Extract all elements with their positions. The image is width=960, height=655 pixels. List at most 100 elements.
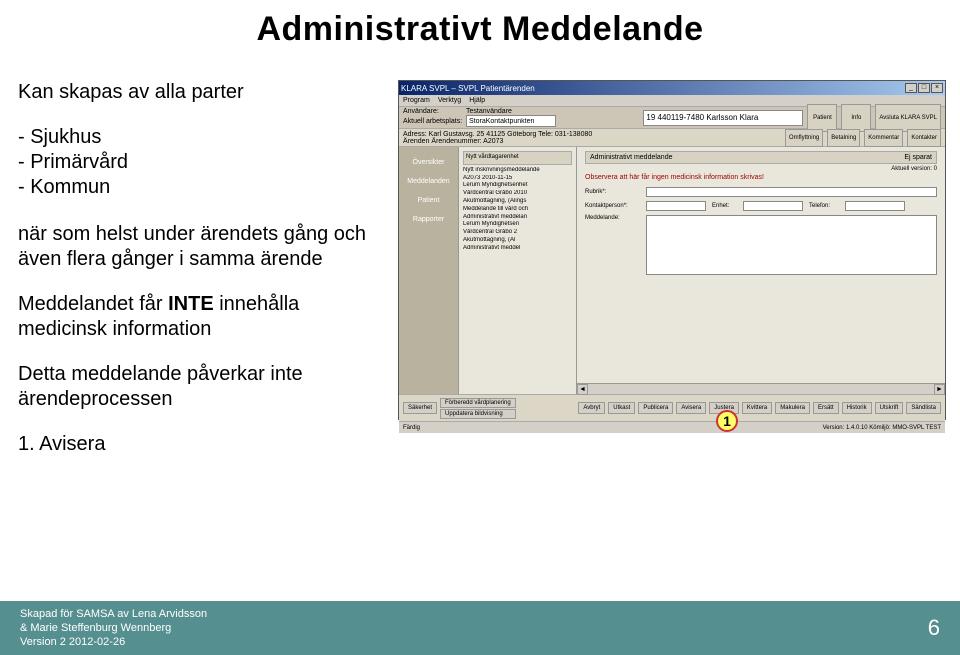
tree-item[interactable]: Akutmottagning, (Alings [463, 198, 572, 206]
scroll-right-icon[interactable]: ► [934, 384, 945, 395]
uppdatera-button[interactable]: Uppdatera bildvisning [440, 409, 516, 419]
window-minimize-button[interactable]: _ [905, 83, 917, 93]
close-app-button[interactable]: Avsluta KLARA SVPL [875, 104, 941, 132]
form-panel: Administrativt meddelande Ej sparat Aktu… [577, 147, 945, 394]
parter-list: Sjukhus Primärvård Kommun [18, 125, 383, 200]
menu-hjalp[interactable]: Hjälp [469, 97, 485, 104]
bottom-toolbar: Säkerhet Förberedd vårdplanering Uppdate… [399, 395, 945, 421]
patient-button[interactable]: Patient [807, 104, 837, 132]
workplace-label: Aktuell arbetsplats: [403, 118, 463, 125]
scroll-left-icon[interactable]: ◄ [577, 384, 588, 395]
publicera-button[interactable]: Publicera [638, 402, 673, 414]
patient-input[interactable] [643, 110, 803, 126]
kvittera-button[interactable]: Kvittera [742, 402, 772, 414]
window-close-button[interactable]: × [931, 83, 943, 93]
para3: Detta meddelande påverkar inte ärendepro… [18, 362, 383, 412]
sidebar-item-meddelanden[interactable]: Meddelanden [399, 172, 458, 191]
list-item: Kommun [18, 175, 383, 200]
tree-item[interactable]: Meddelande till vård och [463, 206, 572, 214]
meddelande-textarea[interactable] [646, 215, 937, 275]
intro-text: Kan skapas av alla parter [18, 80, 383, 105]
tree-item[interactable]: Akutmottagning, (Al [463, 237, 572, 245]
user-label: Användare: [403, 108, 463, 115]
tree-item[interactable]: Lerum Myndighetsenhet [463, 182, 572, 190]
page-number: 6 [928, 615, 940, 641]
slide-title: Administrativt Meddelande [0, 10, 960, 49]
sidebar-item-patient[interactable]: Patient [399, 191, 458, 210]
app-screenshot: KLARA SVPL – SVPL Patientärenden _ □ × P… [398, 80, 946, 420]
tree-item[interactable]: A2073 2010-11-15 [463, 175, 572, 183]
para1: när som helst under ärendets gång och äv… [18, 222, 383, 272]
sidebar-item-rapporter[interactable]: Rapporter [399, 210, 458, 229]
para2-strong: INTE [168, 293, 214, 315]
form-warning: Observera att här får ingen medicinsk in… [585, 174, 937, 181]
enhet-input[interactable] [743, 201, 803, 211]
status-bar: Färdig Version: 1.4.0.10 Kömiljö: MMO-SV… [399, 421, 945, 433]
left-text-block: Kan skapas av alla parter Sjukhus Primär… [18, 80, 383, 477]
para2-pre: Meddelandet får [18, 293, 168, 315]
sandlista-button[interactable]: Sändlista [906, 402, 941, 414]
forberedd-button[interactable]: Förberedd vårdplanering [440, 398, 516, 408]
tree-item[interactable]: Nytt inskrivningsmeddelande [463, 167, 572, 175]
kontakt-label: Kontaktperson*: [585, 203, 640, 209]
telefon-input[interactable] [845, 201, 905, 211]
footer: Skapad för SAMSA av Lena Arvidsson & Mar… [0, 601, 960, 655]
rubrik-label: Rubrik*: [585, 189, 640, 195]
betalning-button[interactable]: Betalning [827, 129, 860, 147]
form-scrollbar[interactable]: ◄ ► [577, 383, 945, 394]
footer-line1: Skapad för SAMSA av Lena Arvidsson [20, 607, 207, 621]
footer-line3: Version 2 2012-02-26 [20, 635, 207, 649]
workplace-input[interactable] [466, 115, 556, 127]
status-left: Färdig [403, 425, 420, 431]
menu-verktyg[interactable]: Verktyg [438, 97, 461, 104]
para2: Meddelandet får INTE innehålla medicinsk… [18, 292, 383, 342]
sidebar-item-oversikter[interactable]: Översikter [399, 153, 458, 172]
callout-1: 1 [716, 410, 738, 432]
app-main: Översikter Meddelanden Patient Rapporter… [399, 147, 945, 395]
list-item: Primärvård [18, 150, 383, 175]
avbryt-button[interactable]: Avbryt [578, 402, 605, 414]
enhet-label: Enhet: [712, 203, 737, 209]
status-right: Version: 1.4.0.10 Kömiljö: MMO-SVPL TEST [823, 425, 941, 431]
tree-item[interactable]: Administrativt meddel [463, 245, 572, 253]
info-button[interactable]: Info [841, 104, 871, 132]
footer-credits: Skapad för SAMSA av Lena Arvidsson & Mar… [20, 607, 207, 650]
toolbar-row2: Adress: Karl Gustavsg. 25 41125 Göteborg… [399, 129, 945, 147]
app-titlebar: KLARA SVPL – SVPL Patientärenden _ □ × [399, 81, 945, 95]
meddelande-label: Meddelande: [585, 215, 640, 221]
form-titlebar: Administrativt meddelande Ej sparat [585, 151, 937, 164]
user-value: Testanvändare [466, 108, 512, 115]
window-maximize-button[interactable]: □ [918, 83, 930, 93]
kommentar-button[interactable]: Kommentar [864, 129, 903, 147]
address-text: Adress: Karl Gustavsg. 25 41125 Göteborg… [403, 131, 781, 138]
sakerhet-button[interactable]: Säkerhet [403, 402, 437, 414]
makulera-button[interactable]: Makulera [775, 402, 810, 414]
omflyttning-button[interactable]: Omflyttning [785, 129, 823, 147]
telefon-label: Telefon: [809, 203, 839, 209]
tree-item[interactable]: Lerum Myndighetsen [463, 221, 572, 229]
kontakt-input[interactable] [646, 201, 706, 211]
case-tree: Nytt vårdtagarenhet Nytt inskrivningsmed… [459, 147, 577, 394]
sidebar: Översikter Meddelanden Patient Rapporter [399, 147, 459, 394]
utskrift-button[interactable]: Utskrift [875, 402, 904, 414]
list-item: Sjukhus [18, 125, 383, 150]
app-title: KLARA SVPL – SVPL Patientärenden [401, 84, 535, 93]
menu-program[interactable]: Program [403, 97, 430, 104]
avisera-button[interactable]: Avisera [676, 402, 706, 414]
step-list: 1. Avisera [18, 432, 383, 457]
footer-line2: & Marie Steffenburg Wennberg [20, 621, 207, 635]
form-version: Aktuell version: 0 [585, 166, 937, 172]
rubrik-input[interactable] [646, 187, 937, 197]
form-status: Ej sparat [904, 154, 932, 161]
tree-item[interactable]: Administrativt meddelan [463, 214, 572, 222]
tree-header[interactable]: Nytt vårdtagarenhet [463, 151, 572, 165]
toolbar-row1: Användare: Testanvändare Aktuell arbetsp… [399, 107, 945, 129]
case-text: Ärenden Ärendenummer: A2073 [403, 138, 781, 145]
tree-item[interactable]: Vårdcentral Gråbo 2 [463, 229, 572, 237]
tree-item[interactable]: Vårdcentral Gråbo 2010 [463, 190, 572, 198]
historik-button[interactable]: Historik [842, 402, 872, 414]
kontakter-button[interactable]: Kontakter [907, 129, 941, 147]
form-title: Administrativt meddelande [590, 154, 673, 161]
utkast-button[interactable]: Utkast [608, 402, 635, 414]
ersatt-button[interactable]: Ersätt [813, 402, 839, 414]
